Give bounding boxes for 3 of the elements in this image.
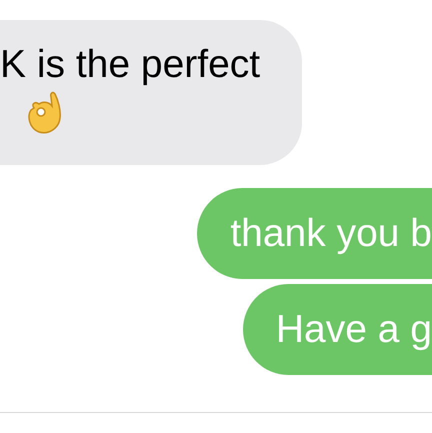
message-bubble: thank you b	[197, 188, 432, 279]
message-bubble: K is the perfect	[0, 20, 302, 165]
message-bubble: Have a g	[242, 284, 432, 375]
